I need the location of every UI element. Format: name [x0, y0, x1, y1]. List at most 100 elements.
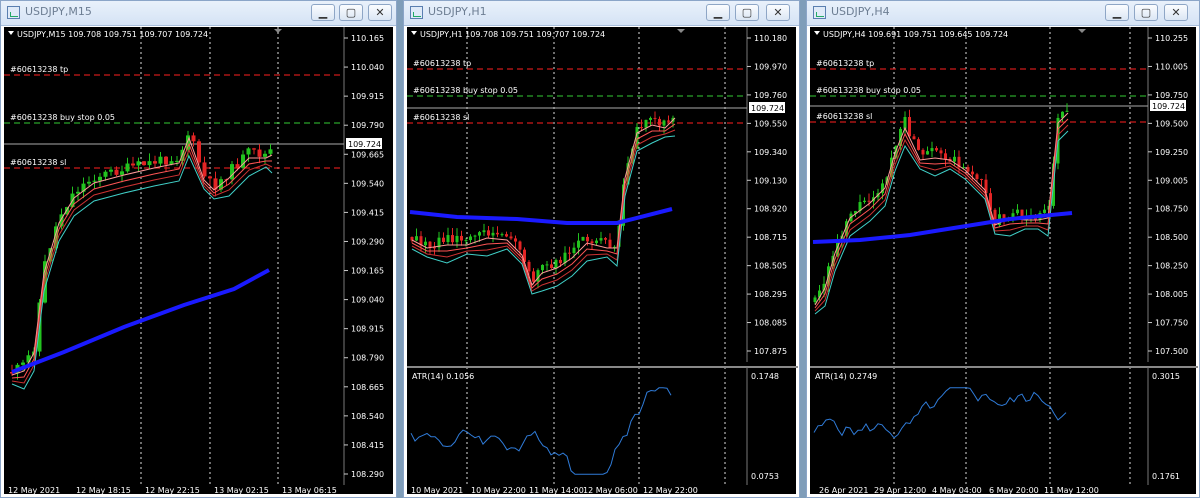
candle-body [415, 236, 418, 241]
chart-canvas[interactable]: USDJPY,H1 109.708 109.751 109.707 109.72… [407, 27, 798, 496]
atr-line [813, 387, 1067, 439]
maximize-button[interactable]: ▢ [735, 4, 759, 21]
candle-body [460, 235, 463, 241]
price-axis-label: 107.500 [1155, 347, 1188, 356]
close-button[interactable]: ✕ [1164, 4, 1188, 21]
price-chart[interactable]: USDJPY,M15 109.708 109.751 109.707 109.7… [4, 27, 395, 496]
candle-body [469, 236, 472, 241]
candle-body [125, 163, 130, 172]
chart-window-h4[interactable]: USDJPY,H4 ▁ ▢ ✕ USDJPY,H4 109.691 109.75… [806, 0, 1200, 498]
price-axis-label: 108.920 [754, 205, 787, 214]
candle-body [653, 117, 657, 119]
maximize-button[interactable]: ▢ [339, 4, 363, 21]
minimize-button[interactable]: ▁ [706, 4, 730, 21]
close-button[interactable]: ✕ [766, 4, 790, 21]
time-axis-label: 26 Apr 2021 [819, 486, 868, 495]
candle-body [487, 230, 490, 236]
price-chart[interactable]: USDJPY,H1 109.708 109.751 109.707 109.72… [407, 27, 798, 496]
title-bar[interactable]: USDJPY,M15 ▁ ▢ ✕ [1, 1, 396, 26]
current-price-label: 109.724 [1152, 102, 1185, 111]
ma200-line [409, 207, 673, 225]
order-label: #60613238 sl [413, 113, 469, 122]
candle-body [550, 264, 553, 269]
price-axis-label: 108.505 [754, 262, 787, 271]
candle-body [930, 148, 934, 152]
candle-body [505, 234, 508, 237]
price-axis-label: 109.760 [754, 91, 787, 100]
candle-body [527, 261, 531, 272]
time-axis-label: 10 May 22:00 [471, 486, 526, 495]
candle-body [175, 160, 179, 162]
candle-body [87, 181, 91, 184]
current-price-label: 109.724 [348, 140, 381, 149]
price-axis-label: 109.165 [351, 267, 384, 276]
candle-body [518, 241, 522, 250]
chart-canvas[interactable]: USDJPY,M15 109.708 109.751 109.707 109.7… [4, 27, 395, 496]
candle-body [235, 164, 240, 168]
close-button[interactable]: ✕ [368, 4, 392, 21]
time-axis-label: 6 May 20:00 [989, 486, 1039, 495]
symbol-info: USDJPY,H4 109.691 109.751 109.645 109.72… [823, 30, 1008, 39]
price-axis-label: 109.040 [351, 296, 384, 305]
ma200-line [11, 268, 270, 374]
candle-body [944, 153, 947, 160]
candle-body [980, 178, 983, 180]
price-axis-label: 109.915 [351, 92, 384, 101]
price-axis-label: 108.290 [351, 470, 384, 479]
candle-body [1016, 209, 1019, 214]
candle-body [424, 241, 427, 246]
candle-body [509, 236, 513, 239]
candle-body [863, 200, 866, 203]
candle-body [559, 259, 562, 264]
price-axis-label: 110.040 [351, 63, 384, 72]
price-axis-label: 109.340 [754, 148, 787, 157]
candle-body [581, 236, 585, 241]
order-label: #60613238 sl [816, 112, 872, 121]
order-label: #60613238 buy stop 0.05 [10, 113, 115, 122]
price-axis-label: 110.255 [1155, 34, 1188, 43]
candle-body [442, 237, 445, 242]
candle-body [966, 167, 970, 172]
candle-body [971, 171, 974, 175]
time-axis-label: 12 May 06:00 [583, 486, 638, 495]
candle-body [953, 156, 956, 162]
atr-max-label: 0.3015 [1152, 372, 1180, 381]
price-axis-label: 109.550 [754, 119, 787, 128]
candle-body [109, 169, 113, 172]
candle-body [586, 236, 589, 242]
chart-window-m15[interactable]: USDJPY,M15 ▁ ▢ ✕ USDJPY,M15 109.708 109.… [0, 0, 397, 498]
price-chart[interactable]: USDJPY,H4 109.691 109.751 109.645 109.72… [810, 27, 1198, 496]
price-axis-label: 109.790 [351, 121, 384, 130]
time-axis-label: 12 May 22:00 [643, 486, 698, 495]
symbol-info: USDJPY,H1 109.708 109.751 109.707 109.72… [420, 30, 605, 39]
price-axis-label: 109.250 [1155, 148, 1188, 157]
candle-body [649, 117, 652, 120]
candle-body [662, 120, 666, 126]
maximize-button[interactable]: ▢ [1134, 4, 1158, 21]
candle-body [604, 238, 607, 240]
chart-window-icon [813, 6, 826, 19]
candle-body [208, 176, 212, 179]
candle-body [917, 139, 920, 150]
minimize-button[interactable]: ▁ [1105, 4, 1129, 21]
atr-max-label: 0.1748 [751, 372, 779, 381]
chart-canvas[interactable]: USDJPY,H4 109.691 109.751 109.645 109.72… [810, 27, 1198, 496]
minimize-button[interactable]: ▁ [311, 4, 335, 21]
order-label: #60613238 buy stop 0.05 [413, 86, 518, 95]
chart-window-h1[interactable]: USDJPY,H1 ▁ ▢ ✕ USDJPY,H1 109.708 109.75… [403, 0, 800, 498]
candle-body [491, 232, 495, 236]
candle-body [114, 169, 119, 175]
one-click-trading-arrow-icon [1078, 29, 1086, 33]
candle-body [120, 171, 124, 175]
time-axis-label: 12 May 2021 [8, 486, 60, 495]
price-axis-label: 109.750 [1155, 91, 1188, 100]
candle-body [532, 271, 535, 282]
candle-body [644, 119, 648, 128]
candle-body [939, 150, 943, 154]
price-axis-label: 109.500 [1155, 119, 1188, 128]
candle-body [545, 264, 549, 266]
candle-body [908, 117, 911, 137]
title-bar[interactable]: USDJPY,H1 ▁ ▢ ✕ [404, 1, 799, 26]
title-bar[interactable]: USDJPY,H4 ▁ ▢ ✕ [807, 1, 1199, 26]
dropdown-arrow-icon [814, 31, 820, 35]
